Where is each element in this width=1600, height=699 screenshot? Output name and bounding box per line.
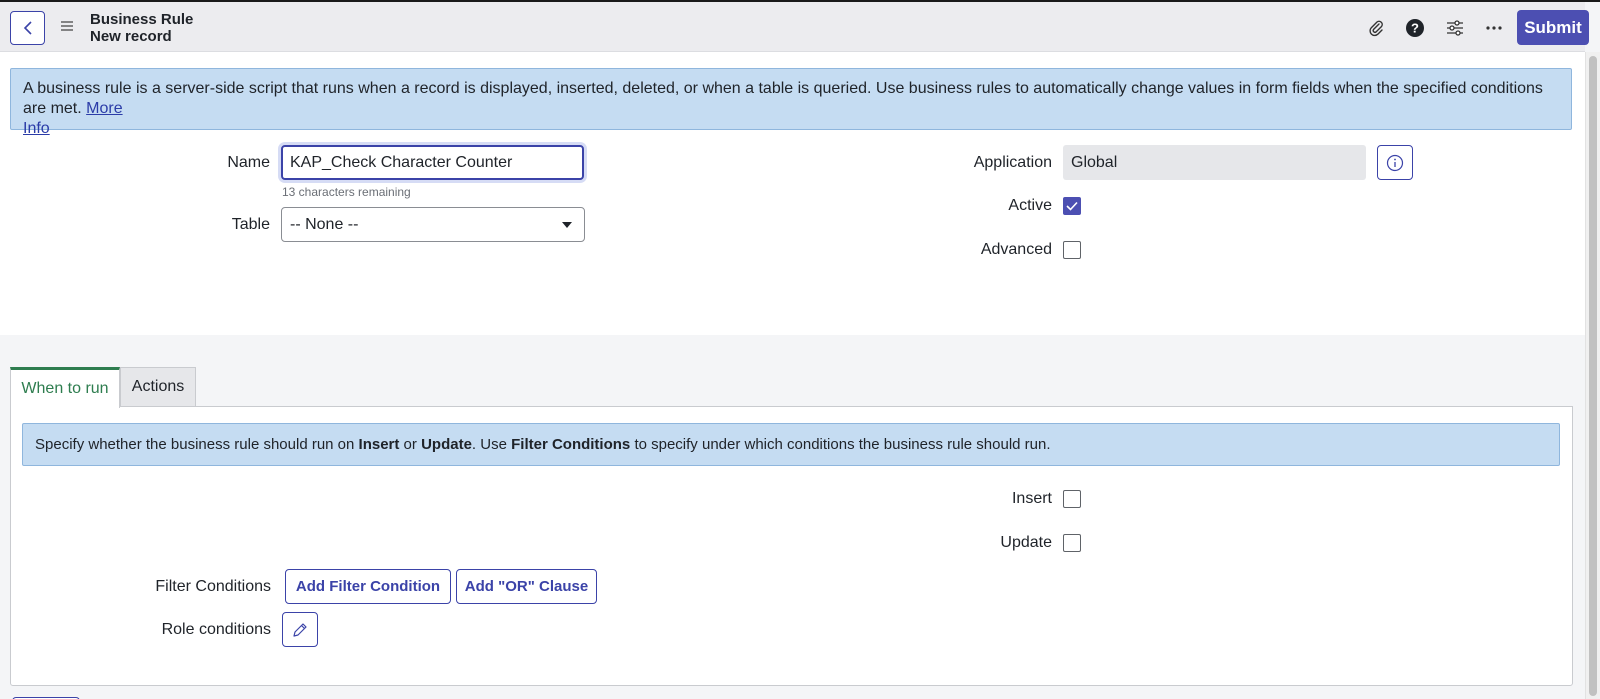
- application-label: Application: [973, 154, 1052, 171]
- tab-when-to-run[interactable]: When to run: [10, 367, 120, 408]
- paperclip-icon: [1369, 20, 1383, 37]
- edit-role-conditions-button[interactable]: [282, 612, 318, 647]
- submit-button[interactable]: Submit: [1517, 10, 1589, 45]
- form-header: Business Rule New record ? Submit: [0, 2, 1589, 52]
- caret-down-icon: [562, 222, 572, 228]
- update-checkbox[interactable]: [1063, 534, 1081, 552]
- help-icon: ?: [1406, 19, 1424, 37]
- advanced-checkbox[interactable]: [1063, 241, 1081, 259]
- insert-checkbox[interactable]: [1063, 490, 1081, 508]
- name-label: Name: [227, 154, 270, 171]
- tab-actions[interactable]: Actions: [120, 367, 196, 407]
- when-to-run-banner: Specify whether the business rule should…: [22, 423, 1560, 466]
- update-label: Update: [1000, 534, 1052, 551]
- personalize-button[interactable]: [1442, 15, 1468, 41]
- menu-icon[interactable]: [60, 20, 74, 32]
- back-button[interactable]: [10, 11, 45, 45]
- help-button[interactable]: ?: [1402, 15, 1428, 41]
- active-label: Active: [1008, 197, 1052, 214]
- pencil-icon: [293, 622, 307, 637]
- insert-label: Insert: [1011, 490, 1052, 507]
- info-banner-text: A business rule is a server-side script …: [23, 80, 1543, 117]
- table-select-value: -- None --: [290, 215, 359, 233]
- more-options-button[interactable]: [1481, 15, 1507, 41]
- table-label: Table: [231, 216, 270, 233]
- chars-remaining-hint: 13 characters remaining: [282, 185, 411, 199]
- chevron-left-icon: [23, 21, 32, 35]
- attachment-button[interactable]: [1363, 15, 1389, 41]
- page-subtitle: New record: [90, 28, 172, 45]
- advanced-label: Advanced: [980, 241, 1052, 258]
- vertical-scrollbar[interactable]: [1585, 52, 1600, 699]
- svg-text:?: ?: [1411, 21, 1419, 36]
- info-banner: A business rule is a server-side script …: [10, 68, 1572, 137]
- table-select[interactable]: -- None --: [281, 207, 585, 242]
- active-checkbox[interactable]: [1063, 197, 1081, 215]
- role-conditions-label: Role conditions: [161, 621, 271, 638]
- more-icon: [1486, 26, 1502, 30]
- page-title: Business Rule: [90, 11, 194, 28]
- application-field: Global: [1063, 145, 1366, 180]
- filter-conditions-label: Filter Conditions: [155, 578, 271, 595]
- add-or-clause-button[interactable]: Add "OR" Clause: [456, 569, 597, 604]
- name-input[interactable]: [281, 145, 584, 180]
- application-info-button[interactable]: [1377, 145, 1413, 180]
- sliders-icon: [1447, 20, 1463, 36]
- info-icon: [1386, 154, 1404, 171]
- application-value: Global: [1071, 153, 1118, 171]
- scrollbar-thumb[interactable]: [1589, 56, 1597, 696]
- checkmark-icon: [1066, 201, 1078, 211]
- add-filter-condition-button[interactable]: Add Filter Condition: [285, 569, 451, 604]
